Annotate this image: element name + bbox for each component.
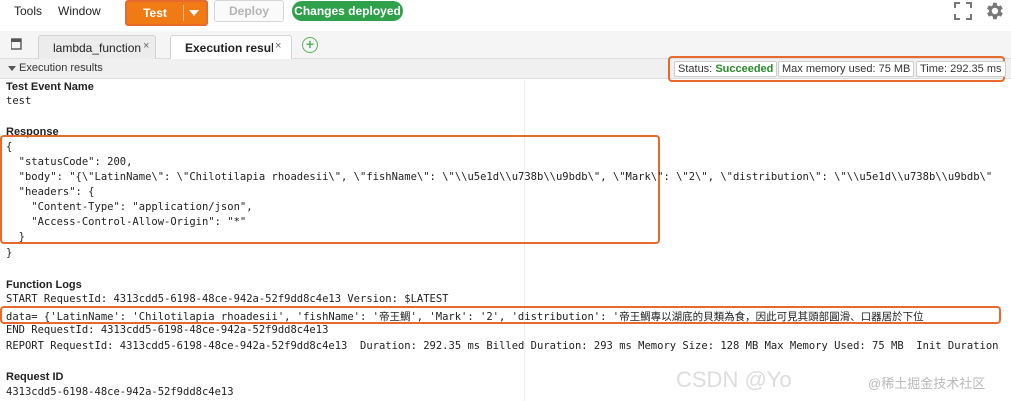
response-line: "Access-Control-Allow-Origin": "*" <box>6 216 247 228</box>
request-id-value: 4313cdd5-6198-48ce-942a-52f9dd8c4e13 <box>6 386 234 398</box>
tab-execution-results[interactable]: Execution results × <box>170 35 292 60</box>
menu-bar: Tools Window Test Deploy Changes deploye… <box>0 0 1011 28</box>
collapse-caret-icon[interactable] <box>8 66 16 71</box>
response-line: } <box>6 231 25 243</box>
response-line: "body": "{\"LatinName\": \"Chilotilapia … <box>6 171 993 183</box>
test-event-heading: Test Event Name <box>6 81 94 93</box>
test-dropdown-icon[interactable] <box>189 10 199 16</box>
tab-label: lambda_function <box>53 41 142 55</box>
menu-window[interactable]: Window <box>58 4 101 18</box>
deploy-button[interactable]: Deploy <box>214 0 284 22</box>
menu-tools[interactable]: Tools <box>14 4 42 18</box>
execution-results-content: Test Event Name test Response { "statusC… <box>0 80 1011 401</box>
response-line: "statusCode": 200, <box>6 156 133 168</box>
status-badge: Status: Succeeded <box>674 61 778 77</box>
watermark-csdn: CSDN @Yo <box>676 367 792 392</box>
close-icon[interactable]: × <box>143 40 149 52</box>
status-label: Status: <box>678 63 713 75</box>
response-line: { <box>6 141 13 153</box>
tab-label: Execution results <box>185 41 273 55</box>
editor-tab-bar: lambda_function × Execution results × + <box>0 31 1011 60</box>
watermark-juejin: @稀土掘金技术社区 <box>868 376 986 391</box>
log-line: REPORT RequestId: 4313cdd5-6198-48ce-942… <box>6 340 999 352</box>
execution-status-summary: Status: Succeeded Max memory used: 75 MB… <box>668 56 1006 82</box>
log-line: END RequestId: 4313cdd5-6198-48ce-942a-5… <box>6 324 329 336</box>
log-line: START RequestId: 4313cdd5-6198-48ce-942a… <box>6 293 449 305</box>
time-badge: Time: 292.35 ms <box>916 61 1006 77</box>
close-icon[interactable]: × <box>275 40 281 52</box>
test-button-divider <box>183 5 184 21</box>
status-value: Succeeded <box>715 63 774 75</box>
test-button-group: Test <box>125 0 208 26</box>
panel-title: Execution results <box>19 62 103 74</box>
response-line: "headers": { <box>6 186 95 198</box>
test-event-value: test <box>6 95 32 107</box>
fullscreen-icon[interactable] <box>954 2 972 20</box>
test-button[interactable]: Test <box>127 2 183 24</box>
memory-badge: Max memory used: 75 MB <box>778 61 915 77</box>
tab-lambda-function[interactable]: lambda_function × <box>38 35 156 59</box>
response-line: "Content-Type": "application/json", <box>6 201 253 213</box>
add-tab-icon[interactable]: + <box>302 37 318 53</box>
deployed-badge: Changes deployed <box>292 1 403 21</box>
response-line: } <box>6 247 13 259</box>
gear-icon[interactable] <box>983 0 1005 22</box>
request-id-heading: Request ID <box>6 371 64 383</box>
function-logs-heading: Function Logs <box>6 279 82 291</box>
tab-list-icon[interactable] <box>11 38 23 50</box>
log-line: data= {'LatinName': 'Chilotilapia rhoade… <box>6 311 924 323</box>
